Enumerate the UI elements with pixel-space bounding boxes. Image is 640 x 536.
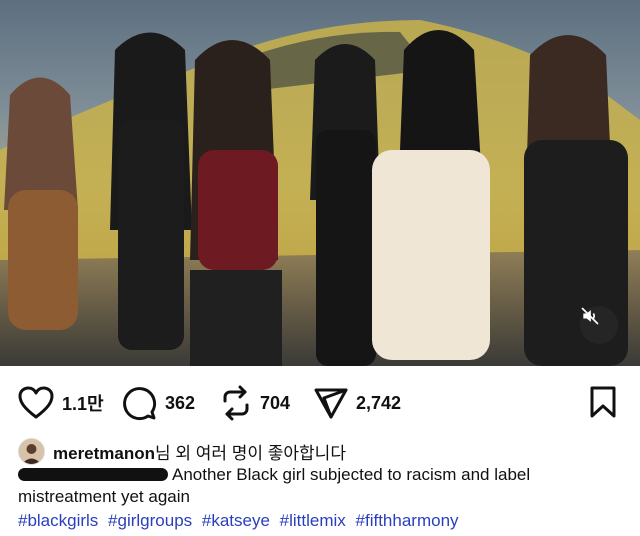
liked-by-suffix: 님 외 여러 명이 좋아합니다 (155, 443, 346, 463)
hashtag-link[interactable]: #fifthharmony (356, 511, 459, 530)
post-actions-bar: 1.1만 362 704 2,742 (18, 384, 622, 422)
liked-by-text: meretmanon님 외 여러 명이 좋아합니다 (53, 439, 346, 464)
liked-by-username[interactable]: meretmanon (53, 444, 155, 463)
hashtag-list: #blackgirls #girlgroups #katseye #little… (18, 511, 464, 531)
like-button[interactable]: 1.1만 (18, 384, 104, 422)
hashtag-link[interactable]: #littlemix (280, 511, 346, 530)
heart-icon (18, 386, 54, 419)
comment-count: 362 (165, 392, 196, 413)
comment-button[interactable]: 362 (121, 384, 195, 422)
hashtag-link[interactable]: #katseye (202, 511, 270, 530)
repost-button[interactable]: 704 (220, 384, 290, 422)
avatar[interactable] (18, 437, 45, 465)
share-count: 2,742 (356, 392, 402, 413)
hashtag-link[interactable]: #girlgroups (108, 511, 192, 530)
like-count: 1.1만 (62, 394, 104, 414)
repost-count: 704 (260, 392, 291, 413)
send-icon (314, 388, 348, 419)
group-photo-illustration (0, 20, 640, 366)
speaker-muted-icon (581, 307, 599, 325)
avatar-portrait-icon (19, 438, 44, 464)
redacted-username (18, 468, 168, 482)
liked-by-row: meretmanon님 외 여러 명이 좋아합니다 (18, 437, 346, 465)
post-photo[interactable] (0, 0, 640, 366)
save-button[interactable] (590, 386, 616, 423)
repost-icon (223, 385, 249, 421)
share-button[interactable]: 2,742 (314, 384, 401, 422)
post-caption: Another Black girl subjected to racism a… (18, 464, 618, 508)
comment-bubble-icon (123, 387, 157, 421)
bookmark-icon (590, 386, 616, 418)
mute-button[interactable] (580, 306, 618, 344)
hashtag-link[interactable]: #blackgirls (18, 511, 98, 530)
